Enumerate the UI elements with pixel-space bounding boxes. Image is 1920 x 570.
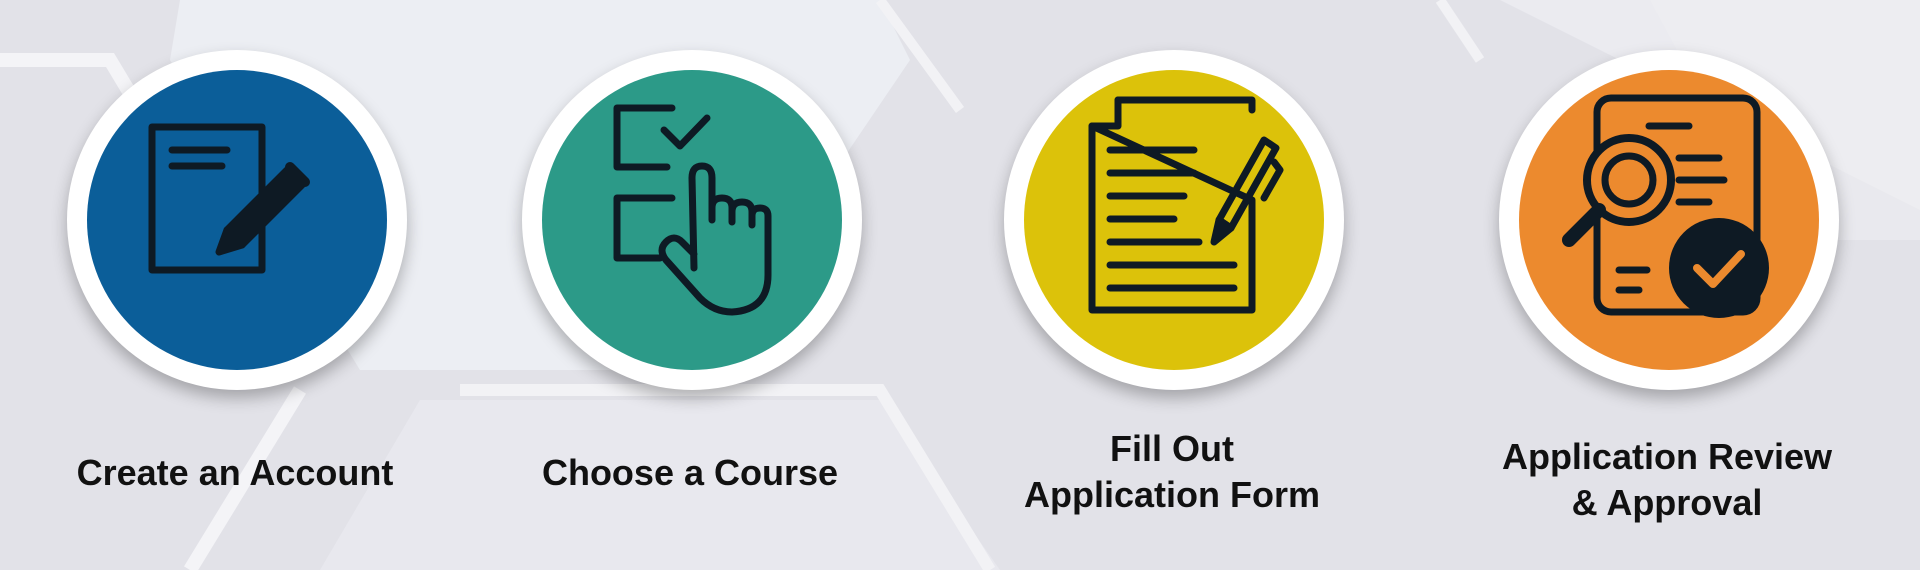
step-icon-ring	[1004, 50, 1344, 390]
step-icon-ring	[522, 50, 862, 390]
step-icon-disc	[87, 70, 387, 370]
review-approval-icon	[1562, 94, 1769, 318]
step-review-approval	[1499, 50, 1839, 390]
document-edit-icon	[148, 123, 310, 274]
step-fill-application	[1004, 50, 1344, 390]
step-icon-ring	[67, 50, 407, 390]
step-icon-disc	[1024, 70, 1324, 370]
checklist-pointer-icon	[613, 104, 772, 316]
step-choose-course	[522, 50, 862, 390]
step-icon-disc	[1519, 70, 1819, 370]
form-pen-icon	[1088, 96, 1284, 314]
step-create-account	[67, 50, 407, 390]
step-icon-disc	[542, 70, 842, 370]
step-icon-ring	[1499, 50, 1839, 390]
